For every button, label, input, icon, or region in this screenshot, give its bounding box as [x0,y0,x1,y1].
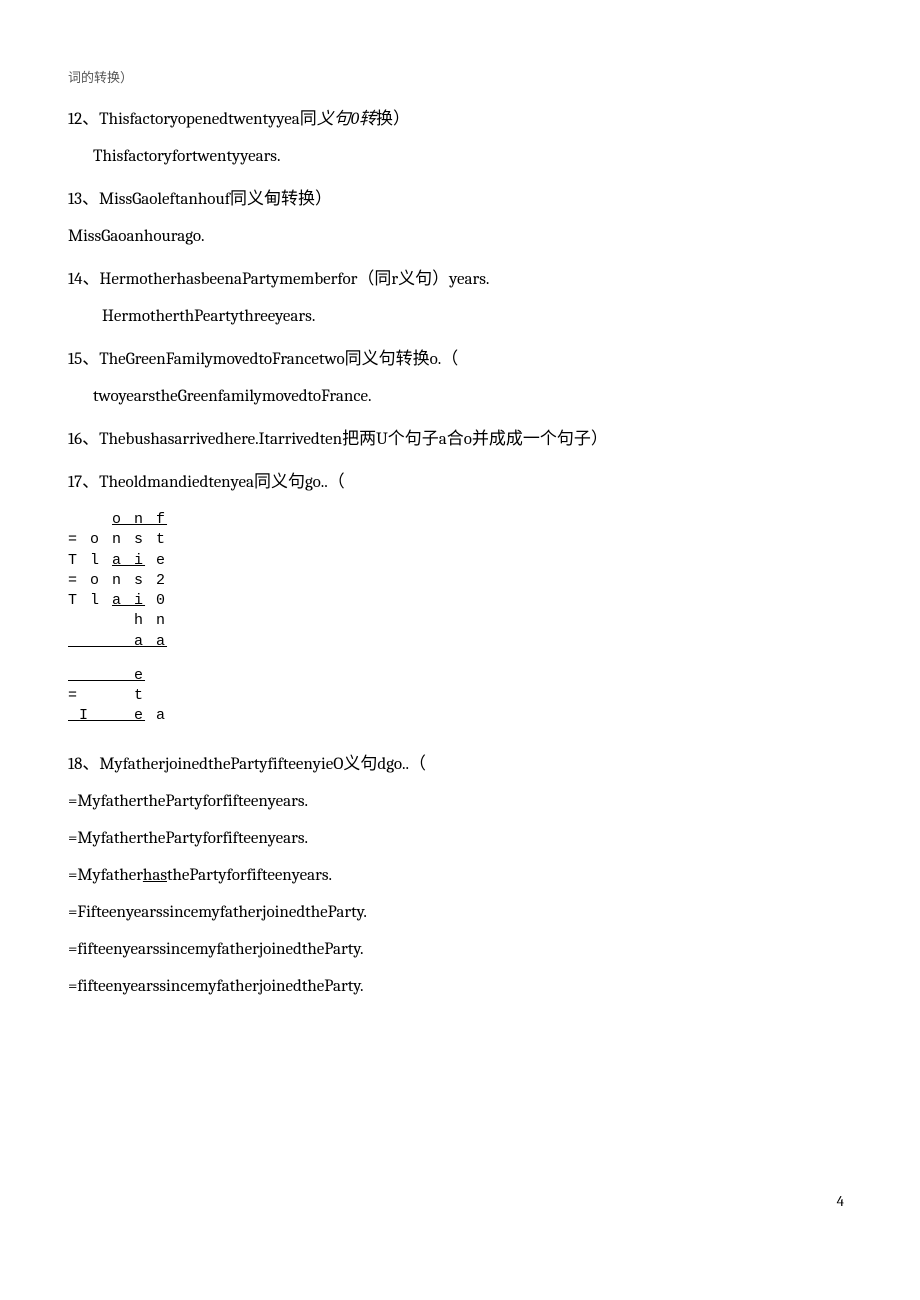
q18-answer-3: =MyfatherhasthePartyforfifteenyears. [68,866,852,885]
q14-answer: HermotherthPeartythreeyears. [68,307,852,326]
page-number: 4 [837,1192,844,1210]
question-14: 14、HermotherhasbeenaPartymemberfor（同r义句）… [68,264,852,289]
q17-line-10: I e a [68,706,852,726]
q17-line-9: = t [68,686,852,706]
q18-answer-5: =fifteenyearssincemyfatherjoinedtheParty… [68,940,852,959]
question-12: 12、Thisfactoryopenedtwentyyea同义句0转换） [68,104,852,129]
q12-answer: Thisfactoryfortwentyyears. [68,147,852,166]
q17-line-4: = o n s 2 [68,571,852,591]
q18-answer-4: =FifteenyearssincemyfatherjoinedtheParty… [68,903,852,922]
q17-line-1: o n f [68,510,852,530]
header-note: 词的转换） [68,67,852,86]
question-16: 16、Thebushasarrivedhere.Itarrivedten把两U个… [68,424,852,449]
q17-line-3: T l a i e [68,551,852,571]
q12-note-ital1: 义句 [317,110,351,129]
q13-answer: MissGaoanhourago. [68,227,852,246]
question-13: 13、MissGaoleftanhouf同义甸转换） [68,184,852,209]
question-15: 15、TheGreenFamilymovedtoFrancetwo同义句转换o.… [68,344,852,369]
q18-answer-2: =MyfatherthePartyforfifteenyears. [68,829,852,848]
q12-note-post: 换） [376,110,410,129]
q17-code-block: o n f = o n s t T l a i e = o n s 2 T l … [68,510,852,727]
document-page: 词的转换） 12、Thisfactoryopenedtwentyyea同义句0转… [0,0,920,1300]
q15-answer: twoyearstheGreenfamilymovedtoFrance. [68,387,852,406]
question-17: 17、Theoldmandiedtenyea同义句go..（ [68,467,852,492]
q18-answer-1: =MyfatherthePartyforfifteenyears. [68,792,852,811]
question-18: 18、MyfatherjoinedthePartyfifteenyieO义句dg… [68,749,852,774]
q17-line-6: h n [68,611,852,631]
q17-line-5: T l a i 0 [68,591,852,611]
q12-note-ital2: 0转 [351,110,376,129]
q17-line-8: e [68,666,852,686]
q18-answer-6: =fifteenyearssincemyfatherjoinedtheParty… [68,977,852,996]
q12-text: 12、Thisfactoryopenedtwentyyea [68,110,300,129]
q12-note-pre: 同 [300,110,317,129]
q17-line-2: = o n s t [68,530,852,550]
q17-line-7: a a [68,632,852,652]
